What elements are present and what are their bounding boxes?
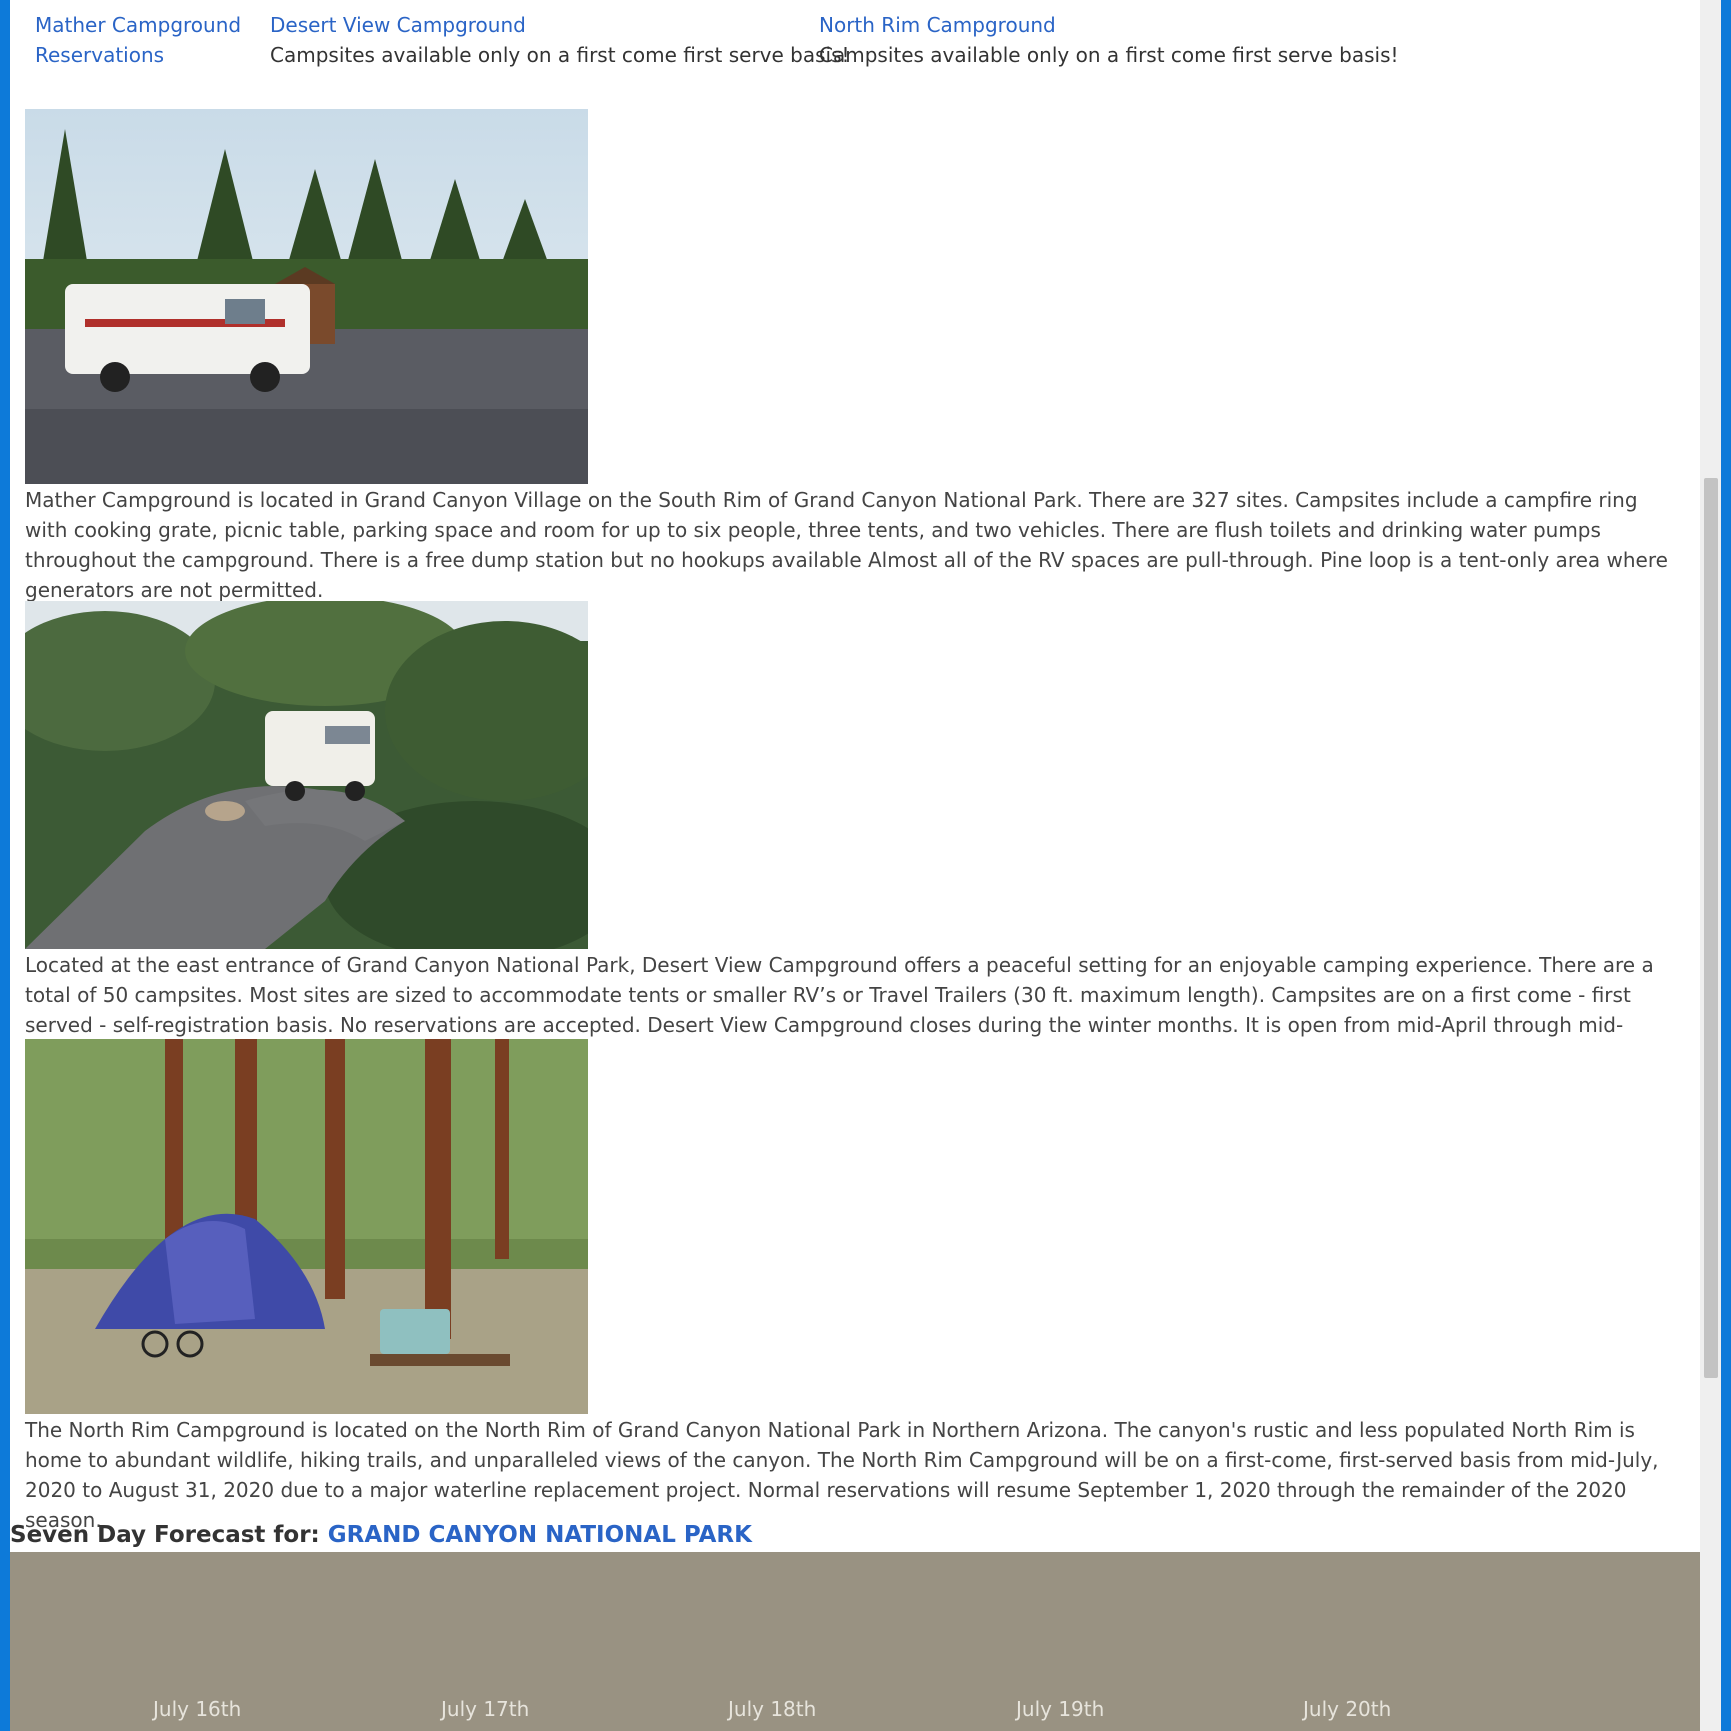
forecast-location-link[interactable]: GRAND CANYON NATIONAL PARK	[328, 1522, 752, 1548]
north-rim-note: Campsites available only on a first come…	[819, 43, 1399, 67]
north-rim-link[interactable]: North Rim Campground	[819, 10, 1056, 40]
forecast-day: July 20th	[1303, 1697, 1392, 1721]
mather-link-line1: Mather Campground	[35, 13, 242, 37]
scrollbar-thumb[interactable]	[1704, 478, 1718, 1378]
mather-reservations-link[interactable]: Mather Campground Reservations	[35, 10, 241, 70]
window-right-edge	[1721, 0, 1731, 1731]
forecast-label: Seven Day Forecast for:	[10, 1522, 320, 1548]
north-rim-tent-photo	[25, 1039, 588, 1414]
desert-view-rv-photo	[25, 601, 588, 949]
north-rim-description: The North Rim Campground is located on t…	[25, 1418, 1659, 1532]
desert-view-note: Campsites available only on a first come…	[270, 43, 850, 67]
forecast-day: July 18th	[728, 1697, 817, 1721]
forecast-panel	[10, 1552, 1700, 1731]
vertical-scrollbar[interactable]	[1700, 0, 1721, 1731]
desert-view-link[interactable]: Desert View Campground	[270, 10, 526, 40]
window-left-edge	[0, 0, 10, 1731]
forecast-day: July 17th	[441, 1697, 530, 1721]
forecast-heading: Seven Day Forecast for: GRAND CANYON NAT…	[10, 1520, 752, 1550]
mather-description: Mather Campground is located in Grand Ca…	[25, 488, 1668, 602]
mather-link-line2: Reservations	[35, 43, 165, 67]
forecast-day: July 16th	[153, 1697, 242, 1721]
forecast-day: July 19th	[1016, 1697, 1105, 1721]
mather-rv-entrance-photo	[25, 109, 588, 484]
